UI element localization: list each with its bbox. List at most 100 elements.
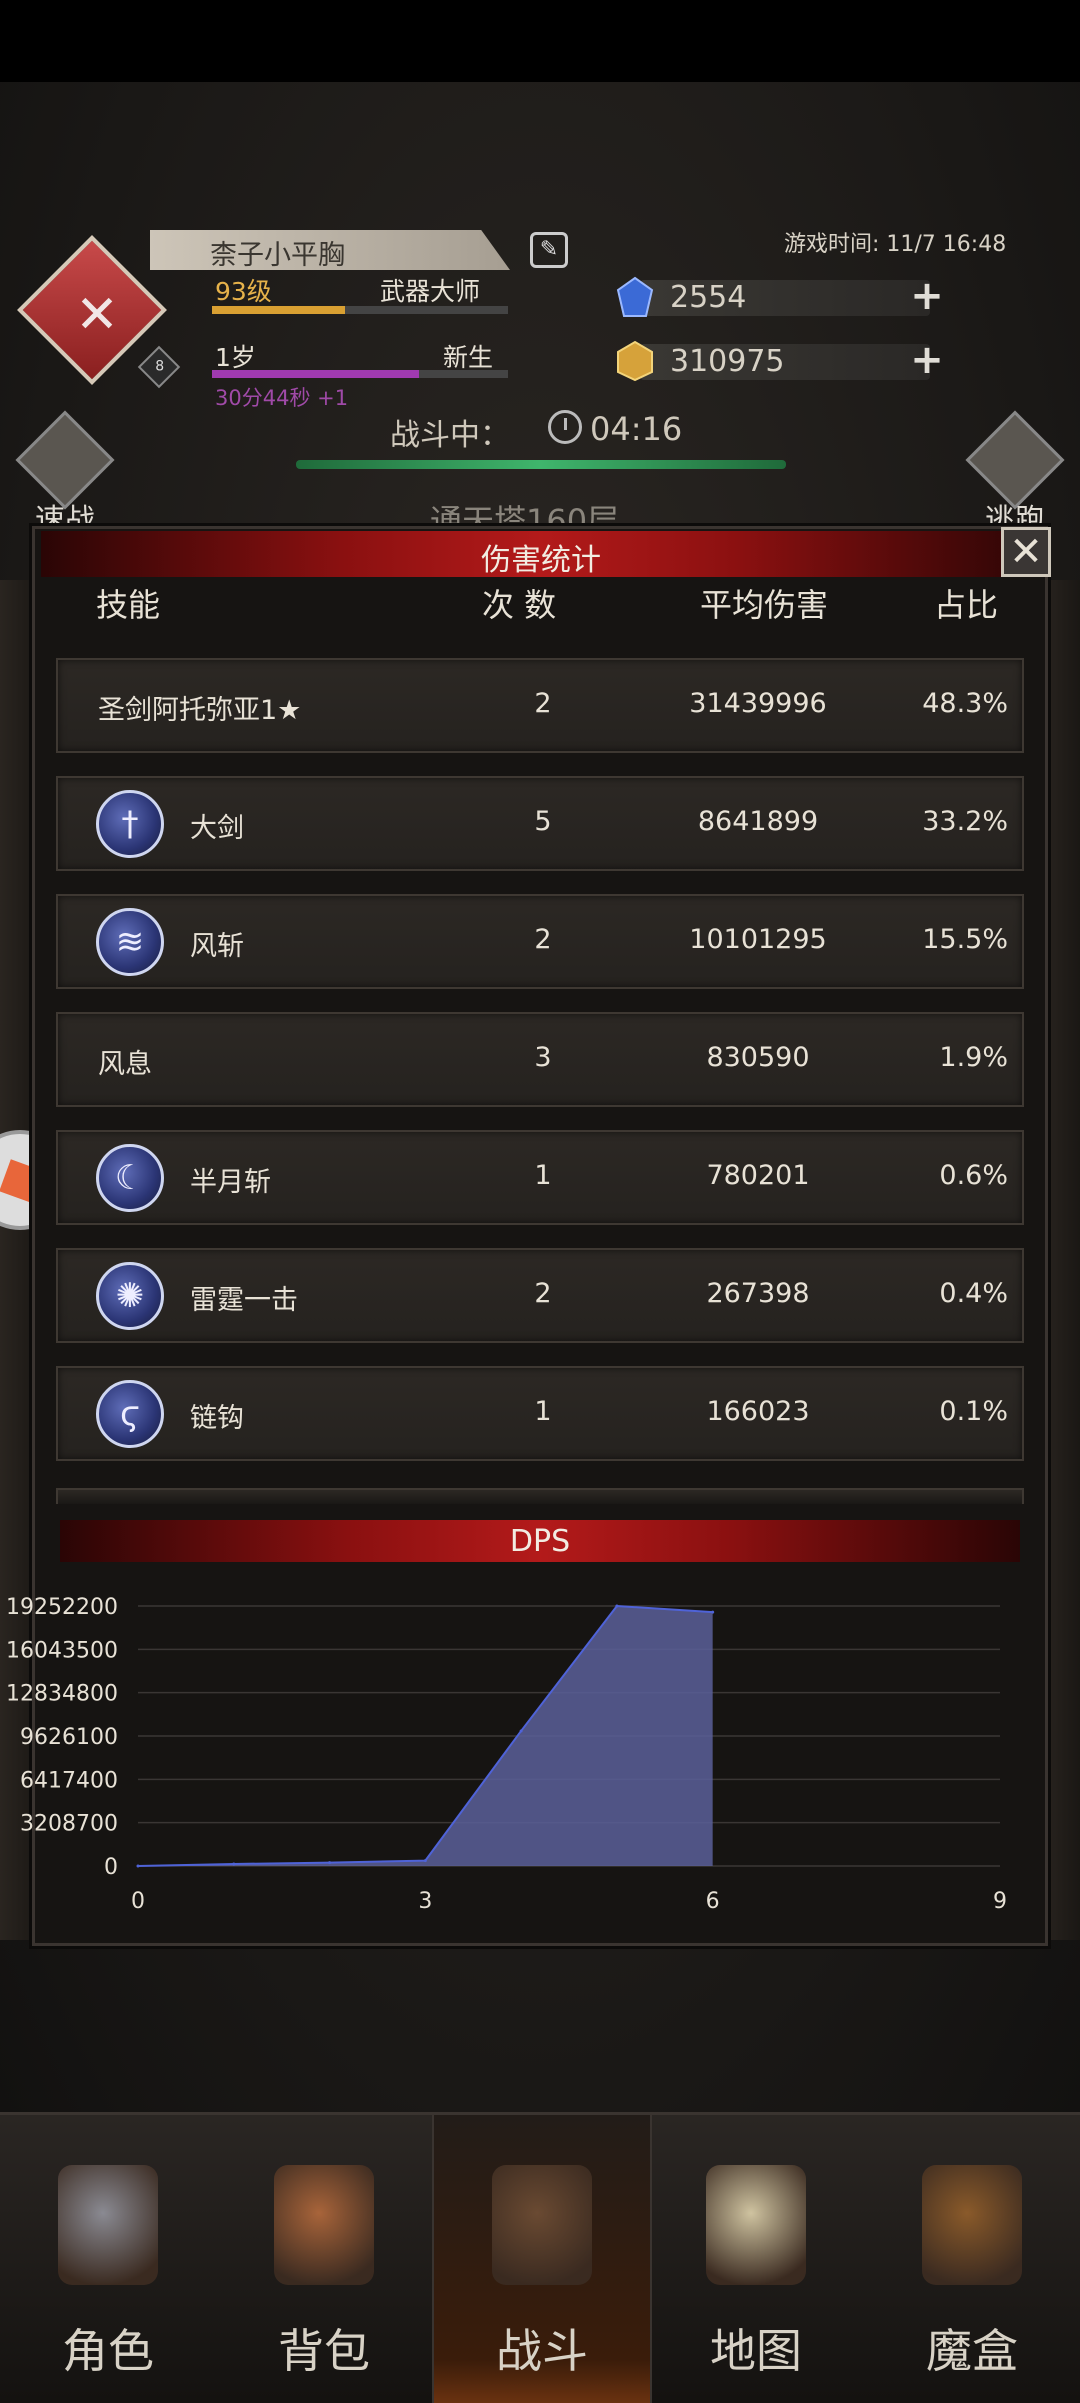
- age-progress-bar: [212, 370, 508, 378]
- wind-slash-icon: ≋: [96, 908, 164, 976]
- table-row: ≋ 风斩 2 10101295 15.5%: [56, 894, 1024, 989]
- skill-name: 风斩: [190, 931, 244, 962]
- escape-button[interactable]: 逃跑: [960, 410, 1070, 538]
- y-tick-label: 3208700: [20, 1812, 118, 1837]
- y-tick-label: 0: [104, 1855, 118, 1880]
- skill-count: 3: [534, 1042, 552, 1073]
- nav-label: 背包: [278, 2324, 370, 2378]
- clock-icon: [548, 410, 582, 444]
- player-title: 武器大师: [380, 277, 481, 306]
- skill-count: 1: [534, 1396, 552, 1427]
- dps-point: [615, 1604, 619, 1608]
- nav-item-4[interactable]: 魔盒: [864, 2115, 1080, 2403]
- crossed-swords-icon: ✕: [75, 285, 119, 345]
- gold-resource: 310975 +: [610, 338, 950, 384]
- skill-ratio: 33.2%: [922, 806, 1008, 837]
- dps-chart: 0 3208700 6417400 9626100 12834800 16043500 19…: [6, 1595, 1007, 1914]
- close-icon[interactable]: ✕: [1001, 527, 1051, 577]
- table-row: ☾ 半月斩 1 780201 0.6%: [56, 1130, 1024, 1225]
- skill-name: 风息: [98, 1049, 152, 1080]
- magic-box-icon: [922, 2165, 1022, 2285]
- table-row: ✺ 雷霆一击 2 267398 0.4%: [56, 1248, 1024, 1343]
- nav-label: 地图: [710, 2324, 802, 2378]
- player-age: 1岁: [215, 343, 256, 372]
- skill-name: 半月斩: [190, 1167, 271, 1198]
- dps-point: [136, 1864, 140, 1868]
- skill-ratio: 15.5%: [922, 924, 1008, 955]
- dps-header: DPS: [60, 1520, 1020, 1562]
- status-bar: [0, 0, 1080, 82]
- dps-point: [423, 1859, 427, 1863]
- skill-avg-damage: 31439996: [689, 688, 827, 719]
- y-tick-label: 19252200: [6, 1595, 118, 1620]
- shield-sword-icon: [492, 2165, 592, 2285]
- skill-avg-damage: 267398: [706, 1278, 810, 1309]
- skill-name: 链钩: [190, 1403, 244, 1434]
- nav-label: 战斗: [496, 2324, 588, 2378]
- dps-title: DPS: [509, 1524, 571, 1559]
- skill-name: 大剑: [190, 813, 244, 844]
- column-header-ratio: 占比: [934, 586, 999, 624]
- skill-avg-damage: 8641899: [697, 806, 819, 837]
- table-row-partial: [56, 1488, 1024, 1504]
- skill-ratio: 0.4%: [939, 1278, 1008, 1309]
- gold-ingot-icon: [617, 340, 653, 382]
- chain-hook-icon: ϛ: [96, 1380, 164, 1448]
- battle-status-label: 战斗中：: [390, 418, 510, 453]
- nav-item-3[interactable]: 地图: [648, 2115, 864, 2403]
- gem-count: 2554: [670, 280, 747, 315]
- y-tick-label: 16043500: [6, 1638, 118, 1663]
- level-progress-bar: [212, 306, 508, 314]
- dps-point: [232, 1862, 236, 1866]
- column-header-count: 次 数: [482, 586, 557, 624]
- skill-count: 5: [534, 806, 552, 837]
- skill-avg-damage: 830590: [706, 1042, 810, 1073]
- y-tick-label: 12834800: [6, 1682, 118, 1707]
- table-row: 风息 3 830590 1.9%: [56, 1012, 1024, 1107]
- column-header-avg: 平均伤害: [700, 586, 829, 624]
- game-time: 游戏时间: 11/7 16:48: [784, 232, 1007, 257]
- x-tick-label: 9: [993, 1889, 1007, 1914]
- add-gold-icon[interactable]: +: [910, 340, 944, 380]
- table-row: † 大剑 5 8641899 33.2%: [56, 776, 1024, 871]
- skill-avg-damage: 780201: [706, 1160, 810, 1191]
- gold-count: 310975: [670, 344, 785, 379]
- nav-label: 角色: [62, 2324, 154, 2378]
- player-level: 93级: [215, 277, 272, 306]
- x-tick-label: 0: [131, 1889, 145, 1914]
- nav-item-0[interactable]: 角色: [0, 2115, 216, 2403]
- skill-count: 1: [534, 1160, 552, 1191]
- age-timer: 30分44秒 +1: [215, 386, 349, 410]
- edit-name-icon[interactable]: ✎: [530, 232, 568, 268]
- gem-resource: 2554 +: [610, 274, 950, 320]
- age-title: 新生: [443, 343, 494, 372]
- nav-label: 魔盒: [926, 2324, 1018, 2378]
- helmet-icon: [58, 2165, 158, 2285]
- y-tick-label: 6417400: [20, 1768, 118, 1793]
- skill-count: 2: [534, 924, 552, 955]
- nav-item-2[interactable]: 战斗: [432, 2115, 652, 2403]
- age-progress-fill: [212, 370, 420, 378]
- crescent-slash-icon: ☾: [96, 1144, 164, 1212]
- dps-point: [328, 1861, 332, 1865]
- panel-header: 伤害统计: [41, 531, 1041, 578]
- skill-avg-damage: 166023: [706, 1396, 810, 1427]
- battle-timer: 04:16: [590, 410, 683, 448]
- skill-ratio: 1.9%: [939, 1042, 1008, 1073]
- skill-ratio: 0.6%: [939, 1160, 1008, 1191]
- battle-progress-bar: [296, 460, 786, 469]
- panel-title: 伤害统计: [481, 543, 601, 578]
- bottom-nav: 角色 背包 战斗 地图 魔盒: [0, 2112, 1080, 2403]
- class-emblem[interactable]: ✕ 8: [17, 235, 181, 390]
- quick-battle-button[interactable]: 速战: [10, 410, 120, 538]
- dps-point: [711, 1610, 715, 1614]
- backpack-icon: [274, 2165, 374, 2285]
- skill-name: 雷霆一击: [190, 1285, 298, 1316]
- skill-avg-damage: 10101295: [689, 924, 827, 955]
- greatsword-icon: †: [96, 790, 164, 858]
- nav-item-1[interactable]: 背包: [216, 2115, 432, 2403]
- skill-ratio: 48.3%: [922, 688, 1008, 719]
- add-gems-icon[interactable]: +: [910, 276, 944, 316]
- dps-point: [519, 1729, 523, 1733]
- scroll-map-icon: [706, 2165, 806, 2285]
